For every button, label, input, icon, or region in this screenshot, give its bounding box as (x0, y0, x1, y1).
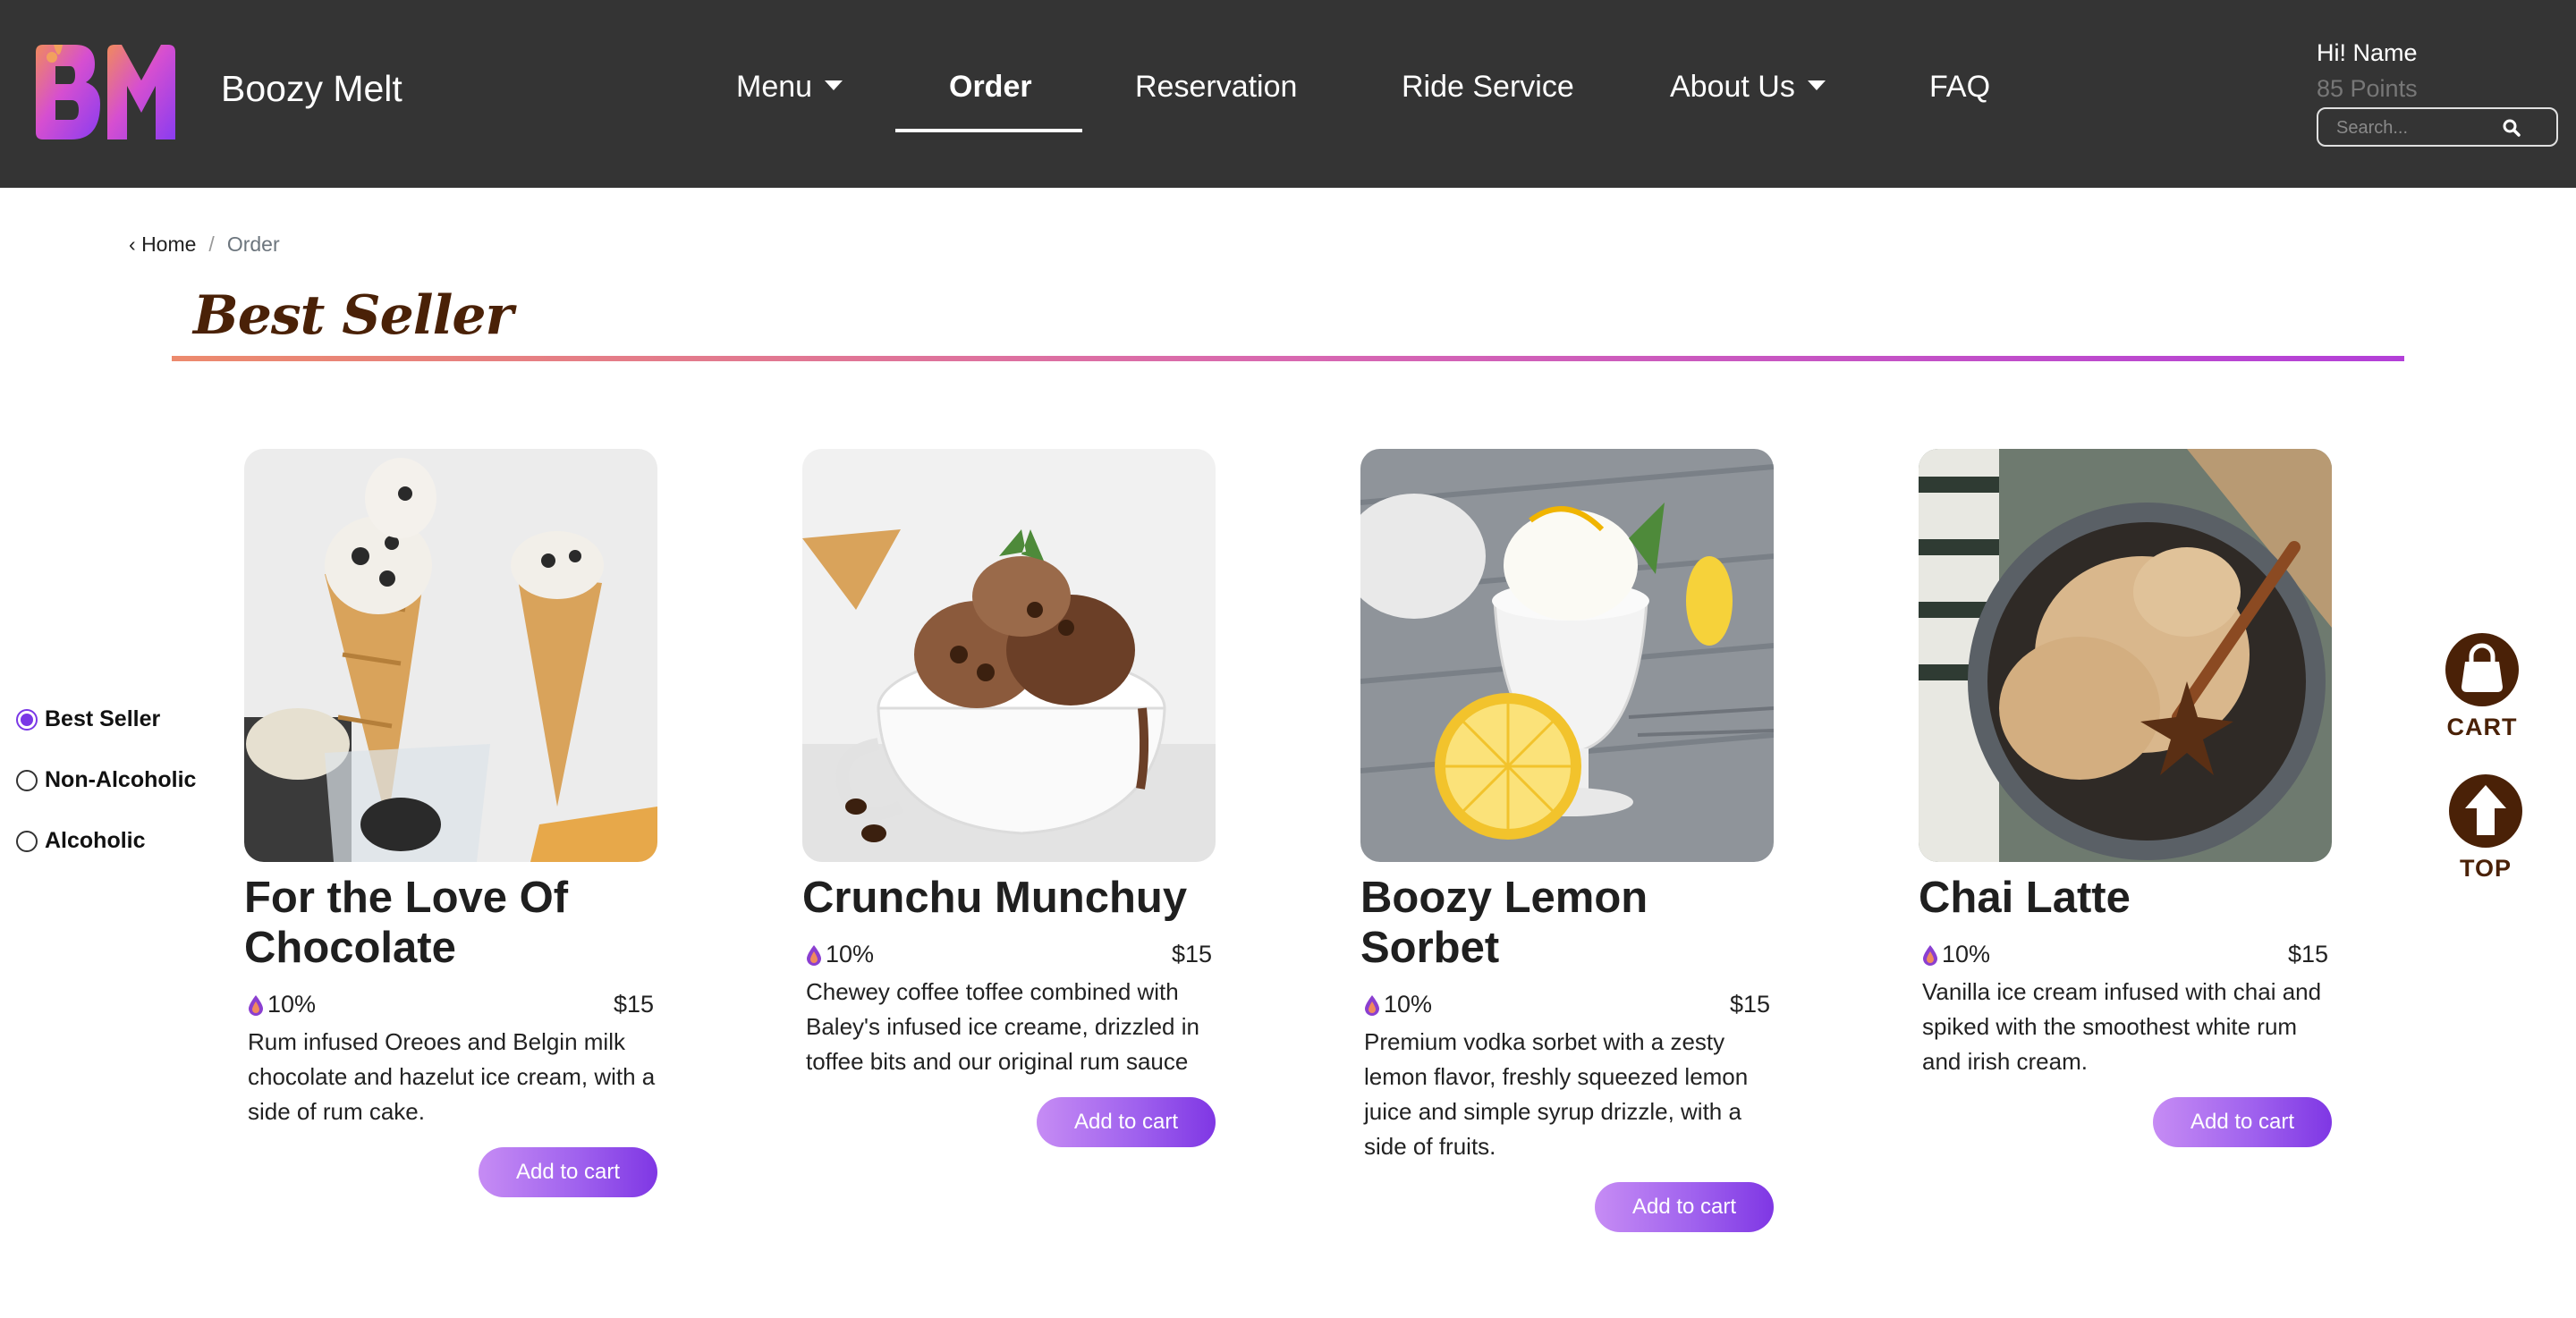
product-description: Chewey coffee toffee combined with Baley… (806, 978, 1199, 1075)
radio-button-checked[interactable] (16, 708, 38, 731)
search-box (2317, 107, 2558, 147)
search-icon[interactable] (2501, 117, 2522, 139)
back-to-top-button[interactable]: TOP (2449, 774, 2522, 883)
product-price: $15 (613, 991, 654, 1018)
add-to-cart-button[interactable]: Add to cart (1037, 1097, 1216, 1147)
flame-icon (1365, 994, 1379, 1016)
nav-menu[interactable]: Menu (736, 70, 843, 105)
product-price: $15 (2287, 941, 2328, 967)
nav-about-us[interactable]: About Us (1670, 70, 1826, 105)
product-abv-value: 10% (826, 941, 875, 967)
product-card: Crunchu Munchuy 10% $15 Chewey coffee to… (802, 449, 1216, 1147)
product-abv-value: 10% (267, 991, 317, 1018)
product-meta: 10% $15 (802, 941, 1216, 973)
product-image[interactable] (1919, 449, 2332, 862)
product-price: $15 (1729, 991, 1770, 1018)
nav-about-us-label: About Us (1670, 70, 1795, 104)
title-divider (172, 356, 2404, 361)
flame-icon (1923, 944, 1937, 966)
breadcrumb-current: Order (226, 232, 280, 256)
product-image[interactable] (1360, 449, 1774, 862)
nav-reservation-label: Reservation (1135, 70, 1298, 104)
chevron-down-icon (1807, 80, 1826, 90)
breadcrumb: ‹ Home / Order (129, 232, 280, 257)
product-abv: 10% (1364, 991, 1432, 1018)
add-to-cart-button[interactable]: Add to cart (479, 1147, 657, 1197)
search-input[interactable] (2334, 114, 2499, 141)
product-abv: 10% (248, 991, 316, 1018)
product-price: $15 (1171, 941, 1212, 967)
product-card: Boozy Lemon Sorbet 10% $15 Premium vodka… (1360, 449, 1774, 1232)
cart-button[interactable]: CART (2445, 633, 2519, 741)
nav-menu-label: Menu (736, 70, 813, 104)
nav-ride-service[interactable]: Ride Service (1402, 70, 1574, 105)
product-image[interactable] (802, 449, 1216, 862)
nav-reservation[interactable]: Reservation (1135, 70, 1297, 105)
breadcrumb-home[interactable]: Home (141, 232, 196, 256)
nav-order-label: Order (949, 70, 1032, 104)
nav-order[interactable]: Order (949, 70, 1032, 105)
flame-icon (249, 994, 263, 1016)
radio-button[interactable] (16, 830, 38, 852)
top-label: TOP (2459, 855, 2512, 882)
product-abv: 10% (1922, 941, 1990, 968)
product-name: Crunchu Munchuy (802, 874, 1188, 922)
product-card: Chai Latte 10% $15 Vanilla ice cream inf… (1919, 449, 2332, 1147)
filter-label: Best Seller (45, 706, 161, 731)
brand-logo[interactable] (36, 45, 175, 139)
nav-ride-service-label: Ride Service (1402, 70, 1574, 104)
chevron-down-icon (825, 80, 843, 90)
shopping-bag-icon (2445, 633, 2519, 706)
navbar: Boozy Melt Menu Order Reservation Ride S… (0, 0, 2576, 188)
product-meta: 10% $15 (1360, 991, 1774, 1023)
brand-name[interactable]: Boozy Melt (221, 68, 402, 110)
product-name: Boozy Lemon Sorbet (1360, 874, 1648, 972)
filter-best-seller[interactable]: Best Seller (16, 706, 160, 732)
active-nav-indicator (895, 129, 1082, 132)
product-meta: 10% $15 (1919, 941, 2332, 973)
product-description: Vanilla ice cream infused with chai and … (1922, 978, 2322, 1075)
product-abv-value: 10% (1942, 941, 1991, 967)
product-name: Chai Latte (1919, 874, 2131, 922)
product-abv-value: 10% (1384, 991, 1433, 1018)
filter-label: Alcoholic (45, 828, 146, 853)
cart-label: CART (2446, 714, 2518, 740)
filter-label: Non-Alcoholic (45, 767, 197, 792)
page-title: Best Seller (193, 284, 513, 347)
add-to-cart-button[interactable]: Add to cart (1595, 1182, 1774, 1232)
product-meta: 10% $15 (244, 991, 657, 1023)
breadcrumb-separator: / (208, 232, 215, 256)
add-to-cart-button[interactable]: Add to cart (2153, 1097, 2332, 1147)
filter-non-alcoholic[interactable]: Non-Alcoholic (16, 767, 196, 793)
product-card: For the Love Of Chocolate 10% $15 Rum in… (244, 449, 657, 1197)
product-description: Premium vodka sorbet with a zesty lemon … (1364, 1028, 1749, 1160)
arrow-up-icon (2449, 774, 2522, 848)
product-name: For the Love Of Chocolate (244, 874, 569, 972)
chevron-left-icon: ‹ (129, 232, 142, 256)
flame-icon (807, 944, 821, 966)
user-points: 85 Points (2317, 75, 2418, 102)
product-abv: 10% (806, 941, 874, 968)
product-description: Rum infused Oreoes and Belgin milk choco… (248, 1028, 656, 1125)
product-image[interactable] (244, 449, 657, 862)
nav-faq[interactable]: FAQ (1929, 70, 1990, 105)
nav-faq-label: FAQ (1929, 70, 1991, 104)
radio-button[interactable] (16, 769, 38, 791)
filter-alcoholic[interactable]: Alcoholic (16, 828, 146, 854)
user-greeting[interactable]: Hi! Name (2317, 39, 2418, 67)
